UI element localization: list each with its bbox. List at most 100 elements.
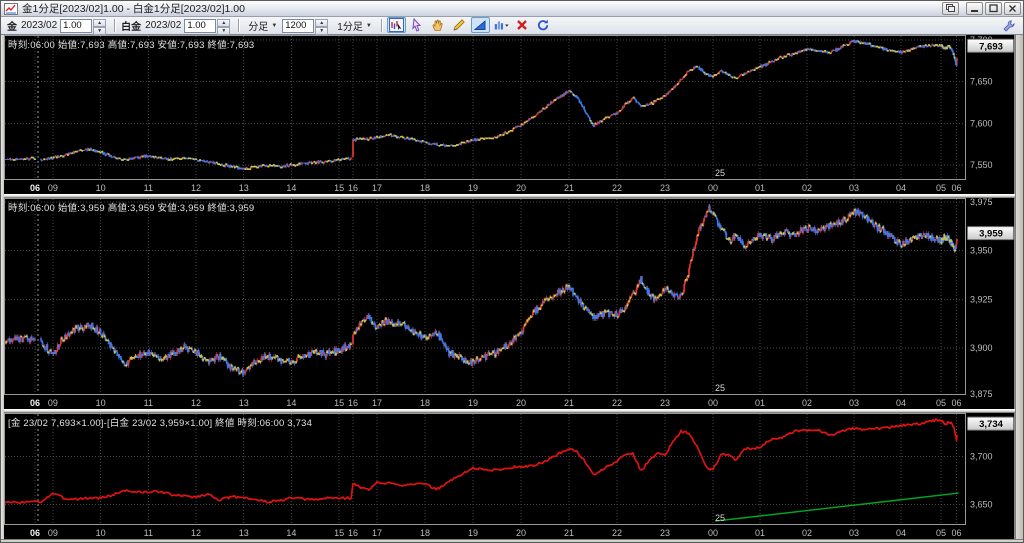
chart-style-dropdown[interactable] xyxy=(492,17,511,33)
svg-text:20: 20 xyxy=(516,183,526,193)
date-label: 25 xyxy=(715,513,725,523)
platinum-factor-value[interactable]: 1.00 xyxy=(184,18,217,33)
svg-text:7,550: 7,550 xyxy=(970,160,993,170)
date-label: 25 xyxy=(715,383,725,393)
svg-text:22: 22 xyxy=(612,183,622,193)
svg-text:20: 20 xyxy=(516,398,526,408)
spin-up-icon[interactable]: ▲ xyxy=(217,18,231,27)
svg-text:18: 18 xyxy=(420,183,430,193)
svg-text:03: 03 xyxy=(849,183,859,193)
svg-text:3,925: 3,925 xyxy=(970,294,993,304)
svg-text:13: 13 xyxy=(239,398,249,408)
svg-text:02: 02 xyxy=(802,528,812,538)
pencil-tool[interactable] xyxy=(450,17,469,33)
svg-text:17: 17 xyxy=(372,183,382,193)
chevron-down-icon: ▼ xyxy=(365,22,372,29)
window-frame-left xyxy=(1,35,4,539)
svg-text:13: 13 xyxy=(239,183,249,193)
svg-text:05: 05 xyxy=(936,398,946,408)
svg-text:18: 18 xyxy=(420,528,430,538)
svg-text:06: 06 xyxy=(951,528,961,538)
svg-text:00: 00 xyxy=(708,528,718,538)
svg-text:3,959: 3,959 xyxy=(979,229,1003,240)
gold-factor-arrows[interactable]: ▲ ▼ xyxy=(93,18,107,35)
svg-text:16: 16 xyxy=(348,398,358,408)
svg-text:09: 09 xyxy=(48,528,58,538)
spin-up-icon[interactable]: ▲ xyxy=(315,18,329,27)
platinum-factor-spinner[interactable]: 1.00 ▲ ▼ xyxy=(184,18,231,35)
svg-text:3,975: 3,975 xyxy=(970,198,993,207)
svg-text:04: 04 xyxy=(896,398,906,408)
gold-candle-panel[interactable]: 25 06 09 10 11 12 13 14 15 16 17 18 19 20 21 22 23 00 01 02… xyxy=(4,35,1015,194)
spread-chart-canvas[interactable]: 25 06 09 10 11 12 13 14 15 16 17 18 19 20 21 22 23 00 01 02… xyxy=(4,413,1015,539)
svg-text:20: 20 xyxy=(516,528,526,538)
close-button[interactable] xyxy=(1004,2,1021,15)
app-window: 金1分足[2023/02]1.00 - 白金1分足[2023/02]1.00 金… xyxy=(0,0,1024,543)
chevron-down-icon: ▼ xyxy=(271,22,278,29)
svg-text:15: 15 xyxy=(334,183,344,193)
svg-text:11: 11 xyxy=(144,398,153,408)
svg-text:10: 10 xyxy=(96,398,106,408)
svg-text:7,693: 7,693 xyxy=(979,41,1003,52)
svg-text:3,950: 3,950 xyxy=(970,246,993,256)
highlight-tool[interactable] xyxy=(470,16,490,33)
spin-up-icon[interactable]: ▲ xyxy=(93,18,107,27)
svg-text:03: 03 xyxy=(849,528,859,538)
svg-text:12: 12 xyxy=(191,398,201,408)
svg-text:3,875: 3,875 xyxy=(970,389,993,399)
spin-down-icon[interactable]: ▼ xyxy=(217,26,231,35)
svg-text:06: 06 xyxy=(30,528,40,538)
svg-text:18: 18 xyxy=(420,398,430,408)
svg-text:22: 22 xyxy=(612,398,622,408)
svg-text:10: 10 xyxy=(96,528,106,538)
svg-text:02: 02 xyxy=(802,183,812,193)
toolbar-separator xyxy=(238,19,240,32)
maximize-button[interactable] xyxy=(985,2,1002,15)
platinum-factor-arrows[interactable]: ▲ ▼ xyxy=(217,18,231,35)
reload-tool[interactable] xyxy=(534,17,553,33)
settings-wrench-icon[interactable] xyxy=(999,18,1018,34)
svg-text:06: 06 xyxy=(951,398,961,408)
tool-icon-group xyxy=(386,16,554,35)
spread-info-line: [金 23/02 7,693×1.00]-[白金 23/02 3,959×1.0… xyxy=(8,418,313,429)
svg-text:7,600: 7,600 xyxy=(970,118,993,128)
svg-text:14: 14 xyxy=(286,528,296,538)
window-title: 金1分足[2023/02]1.00 - 白金1分足[2023/02]1.00 xyxy=(22,2,245,15)
bar-count-value[interactable]: 1200 xyxy=(282,18,315,33)
chart-cursor-tool[interactable] xyxy=(386,16,406,33)
svg-text:21: 21 xyxy=(564,183,574,193)
toolbar: 金 2023/02 1.00 ▲ ▼ 白金 2023/02 1.00 ▲ ▼ 分足 … xyxy=(1,16,1023,35)
gold-factor-value[interactable]: 1.00 xyxy=(60,18,93,33)
svg-text:14: 14 xyxy=(286,183,296,193)
svg-text:19: 19 xyxy=(468,183,478,193)
interval-dropdown[interactable]: 1分足 ▼ xyxy=(332,16,377,35)
clear-tool[interactable] xyxy=(513,17,532,33)
svg-text:02: 02 xyxy=(802,398,812,408)
gold-factor-spinner[interactable]: 1.00 ▲ ▼ xyxy=(60,18,107,35)
bar-count-spinner[interactable]: 1200 ▲ ▼ xyxy=(282,18,329,35)
spin-down-icon[interactable]: ▼ xyxy=(93,26,107,35)
svg-text:3,650: 3,650 xyxy=(970,500,993,510)
svg-text:21: 21 xyxy=(564,398,574,408)
bar-count-arrows[interactable]: ▲ ▼ xyxy=(315,18,329,35)
spin-down-icon[interactable]: ▼ xyxy=(315,26,329,35)
svg-text:12: 12 xyxy=(191,183,201,193)
hand-tool[interactable] xyxy=(429,17,448,33)
popout-button[interactable] xyxy=(942,2,959,15)
platinum-chart-canvas[interactable]: 25 06 09 10 11 12 13 14 15 16 17 18 19 20 21 22 23 00 01 02… xyxy=(4,198,1015,409)
app-icon xyxy=(4,2,18,15)
window-frame-right xyxy=(1015,35,1023,539)
select-arrow-tool[interactable] xyxy=(408,17,427,33)
toolbar-separator xyxy=(114,19,116,32)
svg-text:01: 01 xyxy=(755,398,765,408)
bar-type-dropdown[interactable]: 分足 ▼ xyxy=(243,16,282,35)
spread-panel[interactable]: 25 06 09 10 11 12 13 14 15 16 17 18 19 20 21 22 23 00 01 02… xyxy=(4,413,1015,539)
platinum-candle-panel[interactable]: 25 06 09 10 11 12 13 14 15 16 17 18 19 20 21 22 23 00 01 02… xyxy=(4,198,1015,409)
svg-text:06: 06 xyxy=(951,183,961,193)
minimize-button[interactable] xyxy=(966,2,983,15)
svg-text:19: 19 xyxy=(468,528,478,538)
svg-text:06: 06 xyxy=(30,183,40,193)
svg-text:7,650: 7,650 xyxy=(970,77,993,87)
gold-contract-month: 2023/02 xyxy=(21,20,58,31)
gold-chart-canvas[interactable]: 25 06 09 10 11 12 13 14 15 16 17 18 19 20 21 22 23 00 01 02… xyxy=(4,35,1015,194)
